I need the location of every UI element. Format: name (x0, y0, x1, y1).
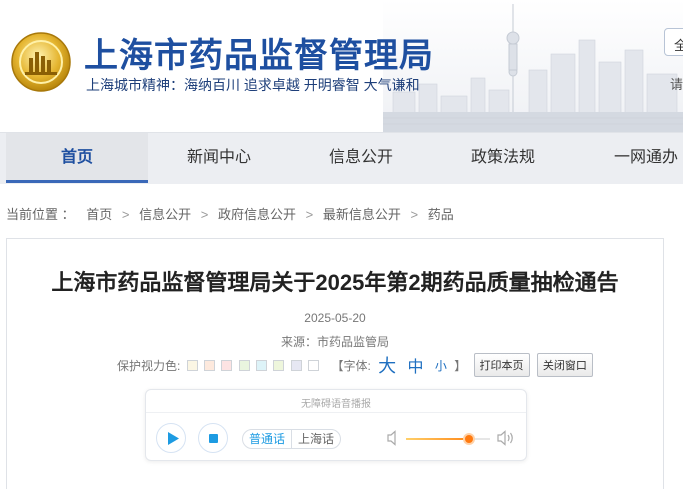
nav-item-info-disclosure[interactable]: 信息公开 (290, 133, 432, 183)
print-button[interactable]: 打印本页 (473, 353, 530, 377)
lang-option-shanghainese[interactable]: 上海话 (292, 430, 340, 448)
login-link[interactable]: 请 (670, 74, 683, 93)
breadcrumb-separator: > (410, 207, 419, 222)
volume-slider-handle[interactable] (465, 435, 473, 443)
breadcrumb-link-gov-info[interactable]: 政府信息公开 (218, 204, 296, 223)
breadcrumb-separator: > (121, 207, 130, 222)
article-title: 上海市药品监督管理局关于2025年第2期药品质量抽检通告 (51, 270, 619, 295)
breadcrumb-prefix: 当前位置 ： (6, 207, 75, 222)
nav-item-news[interactable]: 新闻中心 (148, 133, 290, 183)
volume-low-icon[interactable] (387, 430, 401, 446)
breadcrumb-link-info[interactable]: 信息公开 (139, 204, 191, 223)
audio-player: 无障碍语音播报 普通话 上海话 (145, 389, 527, 461)
close-window-button[interactable]: 关闭窗口 (536, 353, 593, 377)
player-divider (146, 412, 526, 413)
eye-color-swatch[interactable] (273, 359, 285, 371)
article-card: 上海市药品监督管理局关于2025年第2期药品质量抽检通告 2025-05-20 … (6, 238, 664, 489)
volume-slider[interactable] (406, 435, 490, 443)
site-motto: 上海城市精神：海纳百川 追求卓越 开明睿智 大气谦和 (86, 77, 420, 93)
article-toolbar: 保护视力色: 【字体: 大 中 小 】 打印本页 关闭窗口 (117, 352, 593, 378)
eye-color-swatch[interactable] (290, 359, 302, 371)
eye-color-swatch[interactable] (221, 359, 233, 371)
main-nav: 首页 新闻中心 信息公开 政策法规 一网通办 (0, 132, 683, 184)
volume-slider-fill (406, 438, 469, 440)
nav-item-policies[interactable]: 政策法规 (432, 133, 574, 183)
player-caption: 无障碍语音播报 (301, 399, 371, 410)
breadcrumb-link-home[interactable]: 首页 (86, 204, 112, 223)
breadcrumb-separator: > (200, 207, 209, 222)
breadcrumb-link-drugs[interactable]: 药品 (428, 204, 454, 223)
font-size-medium-button[interactable]: 中 (407, 353, 423, 377)
voice-language-selector: 普通话 上海话 (242, 429, 342, 449)
site-title[interactable]: 上海市药品监督管理局 (84, 28, 434, 77)
play-button[interactable] (156, 423, 186, 453)
eye-color-swatch[interactable] (238, 359, 250, 371)
stop-button[interactable] (198, 423, 228, 453)
stop-icon (209, 434, 218, 443)
eye-color-swatch[interactable] (256, 359, 268, 371)
article-date: 2025-05-20 (304, 311, 366, 325)
search-input[interactable]: 全 (664, 28, 683, 56)
breadcrumb-link-latest[interactable]: 最新信息公开 (323, 204, 401, 223)
font-size-small-button[interactable]: 小 (435, 357, 447, 374)
font-size-label: 【字体: (331, 358, 371, 373)
nav-item-home[interactable]: 首页 (6, 133, 148, 183)
nav-item-online-service[interactable]: 一网通办 (614, 133, 683, 183)
volume-high-icon[interactable] (497, 430, 515, 446)
eye-color-swatch[interactable] (308, 359, 320, 371)
breadcrumb-separator: > (305, 207, 314, 222)
breadcrumb: 当前位置 ： 首页 > 信息公开 > 政府信息公开 > 最新信息公开 > 药品 (6, 204, 454, 223)
logo-emblem-icon (11, 32, 71, 92)
eye-color-swatch[interactable] (204, 359, 216, 371)
font-size-label-close: 】 (454, 358, 467, 373)
site-header: 上海市药品监督管理局 上海城市精神：海纳百川 追求卓越 开明睿智 大气谦和 全 … (0, 0, 683, 132)
eye-color-label: 保护视力色: (117, 358, 181, 373)
eye-color-swatch[interactable] (186, 359, 198, 371)
play-icon (168, 432, 179, 445)
lang-option-mandarin[interactable]: 普通话 (243, 430, 293, 448)
article-source: 来源：市药品监管局 (280, 335, 389, 349)
font-size-large-button[interactable]: 大 (378, 352, 396, 378)
